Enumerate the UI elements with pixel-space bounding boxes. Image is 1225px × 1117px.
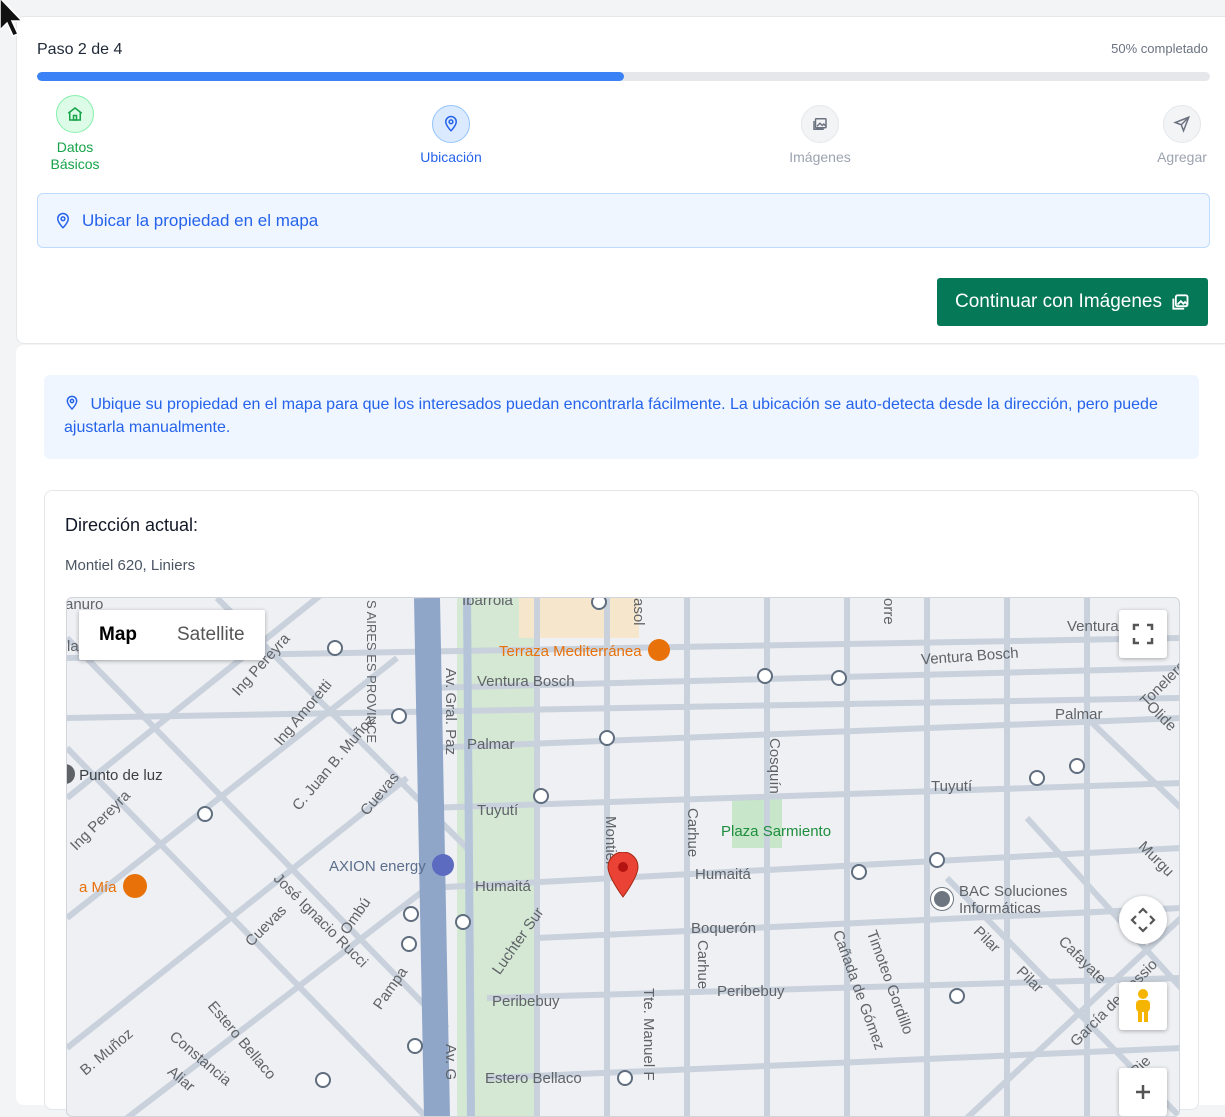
street-label: Carhue — [694, 940, 711, 990]
poi-label: a Mía — [79, 879, 117, 896]
step-label: Imágenes — [789, 149, 851, 165]
street-label: asol — [630, 598, 647, 626]
bus-stop-icon — [757, 668, 773, 684]
section-banner: Ubicar la propiedad en el mapa — [37, 193, 1210, 248]
street-label: Peribebuy — [492, 993, 560, 1010]
poi-la-mia[interactable]: a Mía — [79, 874, 147, 898]
location-content-card: Ubique su propiedad en el mapa para que … — [16, 345, 1225, 1117]
wizard-progress-card: Paso 2 de 4 50% completado Datos Básicos… — [16, 16, 1225, 344]
map-type-toggle[interactable]: Map Satellite — [79, 610, 265, 660]
poi-axion-energy[interactable]: AXION energy — [329, 854, 454, 876]
pan-control-button[interactable] — [1119, 896, 1167, 944]
bus-stop-icon — [533, 788, 549, 804]
poi-bac-soluciones[interactable]: BAC Soluciones Informáticas — [931, 883, 1067, 917]
step-label: Datos Básicos — [50, 139, 100, 172]
bus-stop-icon — [1069, 758, 1085, 774]
street-label: anuro — [66, 597, 104, 613]
bus-stop-icon — [407, 1038, 423, 1054]
pin-icon — [56, 212, 70, 229]
step-imagenes[interactable]: Imágenes — [777, 105, 863, 166]
progress-percent: 50% completado — [1111, 41, 1208, 56]
step-datos-basicos[interactable]: Datos Básicos — [45, 95, 105, 173]
poi-label: Terraza Mediterránea — [499, 643, 642, 660]
section-banner-text: Ubicar la propiedad en el mapa — [82, 210, 319, 230]
progress-bar-fill — [37, 72, 624, 81]
images-icon — [1172, 294, 1189, 310]
progress-bar — [37, 72, 1210, 81]
street-label: Estero Bellaco — [485, 1070, 582, 1087]
bus-stop-icon — [197, 806, 213, 822]
poi-terraza-mediterranea[interactable]: Terraza Mediterránea — [499, 639, 670, 661]
bus-stop-icon — [831, 670, 847, 686]
street-label: Tuyutí — [477, 802, 519, 819]
continue-button-label: Continuar con Imágenes — [954, 291, 1162, 312]
images-icon — [801, 105, 839, 143]
gas-station-icon — [431, 854, 454, 876]
bus-stop-icon — [391, 708, 407, 724]
street-label: Palmar — [1055, 706, 1103, 723]
bus-stop-icon — [455, 914, 471, 930]
continue-button[interactable]: Continuar con Imágenes — [936, 278, 1208, 326]
address-title: Dirección actual: — [65, 515, 199, 535]
poi-label: AXION energy — [329, 858, 426, 875]
street-label: orre — [880, 598, 897, 625]
pin-icon — [66, 395, 78, 411]
street-label: Boquerón — [691, 920, 757, 937]
street-label: Carhue — [684, 808, 701, 858]
poi-label: Punto de luz — [79, 767, 163, 784]
street-label: Av. G — [442, 1044, 459, 1081]
poi-label: Plaza Sarmiento — [721, 823, 832, 840]
step-agregar[interactable]: Agregar — [1147, 105, 1217, 166]
poi-marker-icon — [931, 888, 953, 910]
info-banner-text: Ubique su propiedad en el mapa para que … — [64, 396, 1158, 437]
cafe-icon — [647, 639, 670, 661]
poi-marker-icon — [67, 764, 75, 784]
street-label: Cosquín — [766, 738, 783, 794]
street-label: Tuyutí — [931, 778, 973, 795]
street-label: Tte. Manuel F — [640, 988, 657, 1081]
street-label: Humaitá — [475, 878, 531, 895]
map-canvas[interactable]: Map Satellite anuro la Ibarrola asol orr… — [66, 597, 1180, 1117]
bus-stop-icon — [851, 864, 867, 880]
zoom-in-button[interactable] — [1119, 1068, 1167, 1116]
info-banner: Ubique su propiedad en el mapa para que … — [44, 375, 1199, 459]
street-label: la — [67, 638, 79, 655]
bus-stop-icon — [617, 1070, 633, 1086]
street-label: Ventura — [1067, 618, 1119, 635]
street-label: Av. Gral. Paz — [442, 668, 459, 755]
street-label: Ventura Bosch — [477, 673, 575, 690]
address-card: Dirección actual: Montiel 620, Liniers M… — [44, 490, 1199, 1117]
street-label: Humaitá — [695, 866, 751, 883]
bus-stop-icon — [401, 936, 417, 952]
step-ubicacion[interactable]: Ubicación — [411, 105, 491, 166]
bus-stop-icon — [929, 852, 945, 868]
poi-punto-de-luz[interactable]: Punto de luz — [67, 764, 163, 784]
street-view-button[interactable] — [1119, 982, 1167, 1030]
street-label: Palmar — [467, 736, 515, 753]
bus-stop-icon — [327, 640, 343, 656]
pin-icon — [432, 105, 470, 143]
bus-stop-icon — [949, 988, 965, 1004]
street-label: Peribebuy — [717, 983, 785, 1000]
address-value: Montiel 620, Liniers — [65, 557, 196, 574]
mouse-cursor-icon — [0, 0, 24, 37]
pan-arrows-icon — [1130, 907, 1156, 933]
home-icon — [56, 95, 94, 133]
location-marker-icon[interactable] — [607, 852, 639, 898]
step-label: Ubicación — [420, 149, 482, 165]
poi-plaza-sarmiento[interactable]: Plaza Sarmiento — [721, 823, 831, 841]
fullscreen-icon — [1132, 623, 1154, 645]
street-label: Ibarrola — [462, 597, 513, 609]
pegman-icon — [1136, 989, 1150, 1022]
step-label: Agregar — [1157, 149, 1207, 165]
restaurant-icon — [122, 874, 147, 898]
bus-stop-icon — [599, 730, 615, 746]
send-icon — [1163, 105, 1201, 143]
map-type-satellite[interactable]: Satellite — [157, 610, 265, 660]
map-type-map[interactable]: Map — [79, 610, 157, 660]
step-counter: Paso 2 de 4 — [37, 41, 123, 58]
bus-stop-icon — [403, 906, 419, 922]
fullscreen-button[interactable] — [1119, 610, 1167, 658]
bus-stop-icon — [1029, 770, 1045, 786]
